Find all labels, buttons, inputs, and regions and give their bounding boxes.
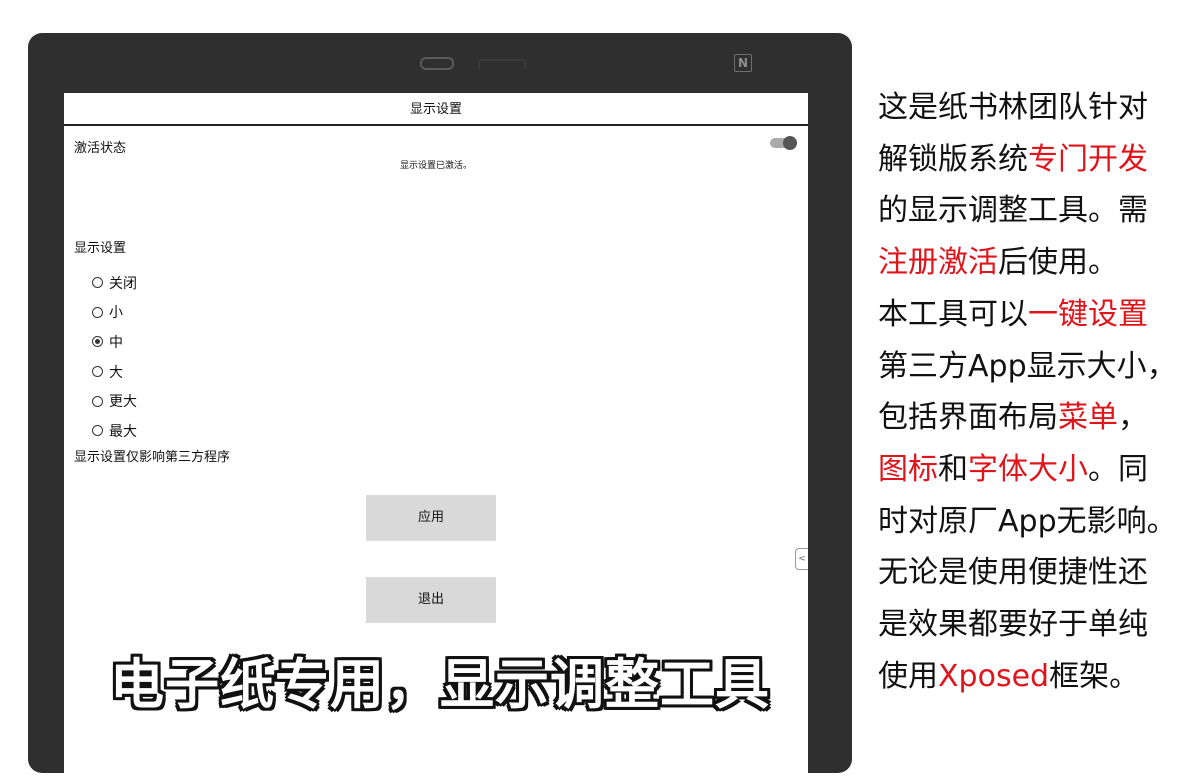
description-text: 本工具可以 — [878, 296, 1028, 332]
activation-row: 激活状态 — [64, 126, 808, 156]
description-line: 解锁版系统专门开发 — [878, 134, 1200, 186]
description-text: 时对原厂App无影响。 — [878, 503, 1177, 539]
description-text: 和 — [938, 451, 968, 487]
apply-button[interactable]: 应用 — [366, 495, 496, 541]
description-line: 时对原厂App无影响。 — [878, 496, 1200, 548]
side-drawer-handle[interactable]: < — [795, 548, 808, 570]
description-text: 后使用。 — [998, 245, 1118, 281]
radio-label: 最大 — [109, 423, 137, 440]
display-scope-hint: 显示设置仅影响第三方程序 — [74, 450, 231, 465]
description-line: 本工具可以一键设置 — [878, 289, 1200, 341]
radio-button[interactable] — [92, 425, 103, 437]
description-text: 这是纸书林团队针对 — [878, 90, 1148, 125]
description-line: 是效果都要好于单纯 — [878, 599, 1200, 651]
radio-button-selected[interactable] — [92, 336, 103, 348]
description-line: 包括界面布局菜单， — [878, 392, 1200, 444]
description-line: 图标和字体大小。同 — [878, 444, 1200, 496]
activation-label: 激活状态 — [74, 141, 127, 156]
description-text: ， — [1118, 400, 1148, 436]
nfc-icon: N — [734, 54, 752, 72]
radio-label: 小 — [109, 305, 123, 322]
description-line: 第三方App显示大小， — [878, 341, 1200, 393]
radio-option-off[interactable]: 关闭 — [92, 268, 137, 298]
highlight-text: Xposed — [938, 658, 1050, 694]
radio-label: 关闭 — [109, 275, 137, 292]
highlight-text: 注册激活 — [878, 245, 998, 281]
radio-button[interactable] — [92, 306, 103, 318]
display-section-label: 显示设置 — [74, 241, 127, 256]
description-text: 是效果都要好于单纯 — [878, 607, 1148, 643]
activation-status-message: 显示设置已激活。 — [399, 161, 472, 171]
highlight-text: 菜单 — [1058, 400, 1118, 436]
description-text: 使用 — [878, 658, 938, 694]
description-text: 。同 — [1088, 451, 1148, 487]
radio-button[interactable] — [92, 277, 103, 289]
description-text: 无论是使用便捷性还 — [878, 555, 1148, 591]
description-line: 使用Xposed框架。 — [878, 651, 1200, 703]
highlight-text: 专门开发 — [1028, 141, 1148, 177]
radio-label: 中 — [109, 334, 123, 351]
radio-label: 更大 — [109, 394, 137, 411]
radio-option-largest[interactable]: 最大 — [92, 416, 137, 446]
radio-option-large[interactable]: 大 — [92, 357, 137, 387]
activation-toggle[interactable] — [770, 136, 797, 150]
radio-button[interactable] — [92, 395, 103, 407]
highlight-text: 图标 — [878, 451, 938, 487]
description-line: 这是纸书林团队针对 — [878, 82, 1200, 134]
highlight-text: 一键设置 — [1028, 296, 1148, 332]
radio-button[interactable] — [92, 366, 103, 378]
radio-option-medium[interactable]: 中 — [92, 327, 137, 357]
description-line: 注册激活后使用。 — [878, 237, 1200, 289]
promo-caption: 电子纸专用，显示调整工具 — [110, 653, 770, 716]
description-text: 包括界面布局 — [878, 400, 1058, 436]
description-text: 框架。 — [1049, 658, 1140, 694]
promo-description: 这是纸书林团队针对 解锁版系统专门开发 的显示调整工具。需 注册激活后使用。 本工具可以… — [878, 82, 1200, 702]
device-top-bracket — [478, 59, 526, 69]
exit-button[interactable]: 退出 — [366, 577, 496, 623]
radio-option-small[interactable]: 小 — [92, 298, 137, 328]
description-line: 的显示调整工具。需 — [878, 185, 1200, 237]
highlight-text: 字体大小 — [968, 451, 1088, 487]
speaker-slot — [420, 57, 454, 70]
description-text: 的显示调整工具。需 — [878, 193, 1148, 229]
description-text: 第三方App显示大小， — [878, 348, 1177, 384]
radio-option-larger[interactable]: 更大 — [92, 386, 137, 416]
page-title: 显示设置 — [64, 93, 808, 126]
description-line: 无论是使用便捷性还 — [878, 547, 1200, 599]
display-size-radio-group: 关闭 小 中 大 更大 最大 — [92, 268, 137, 446]
description-text: 解锁版系统 — [878, 141, 1028, 177]
radio-label: 大 — [109, 364, 123, 381]
